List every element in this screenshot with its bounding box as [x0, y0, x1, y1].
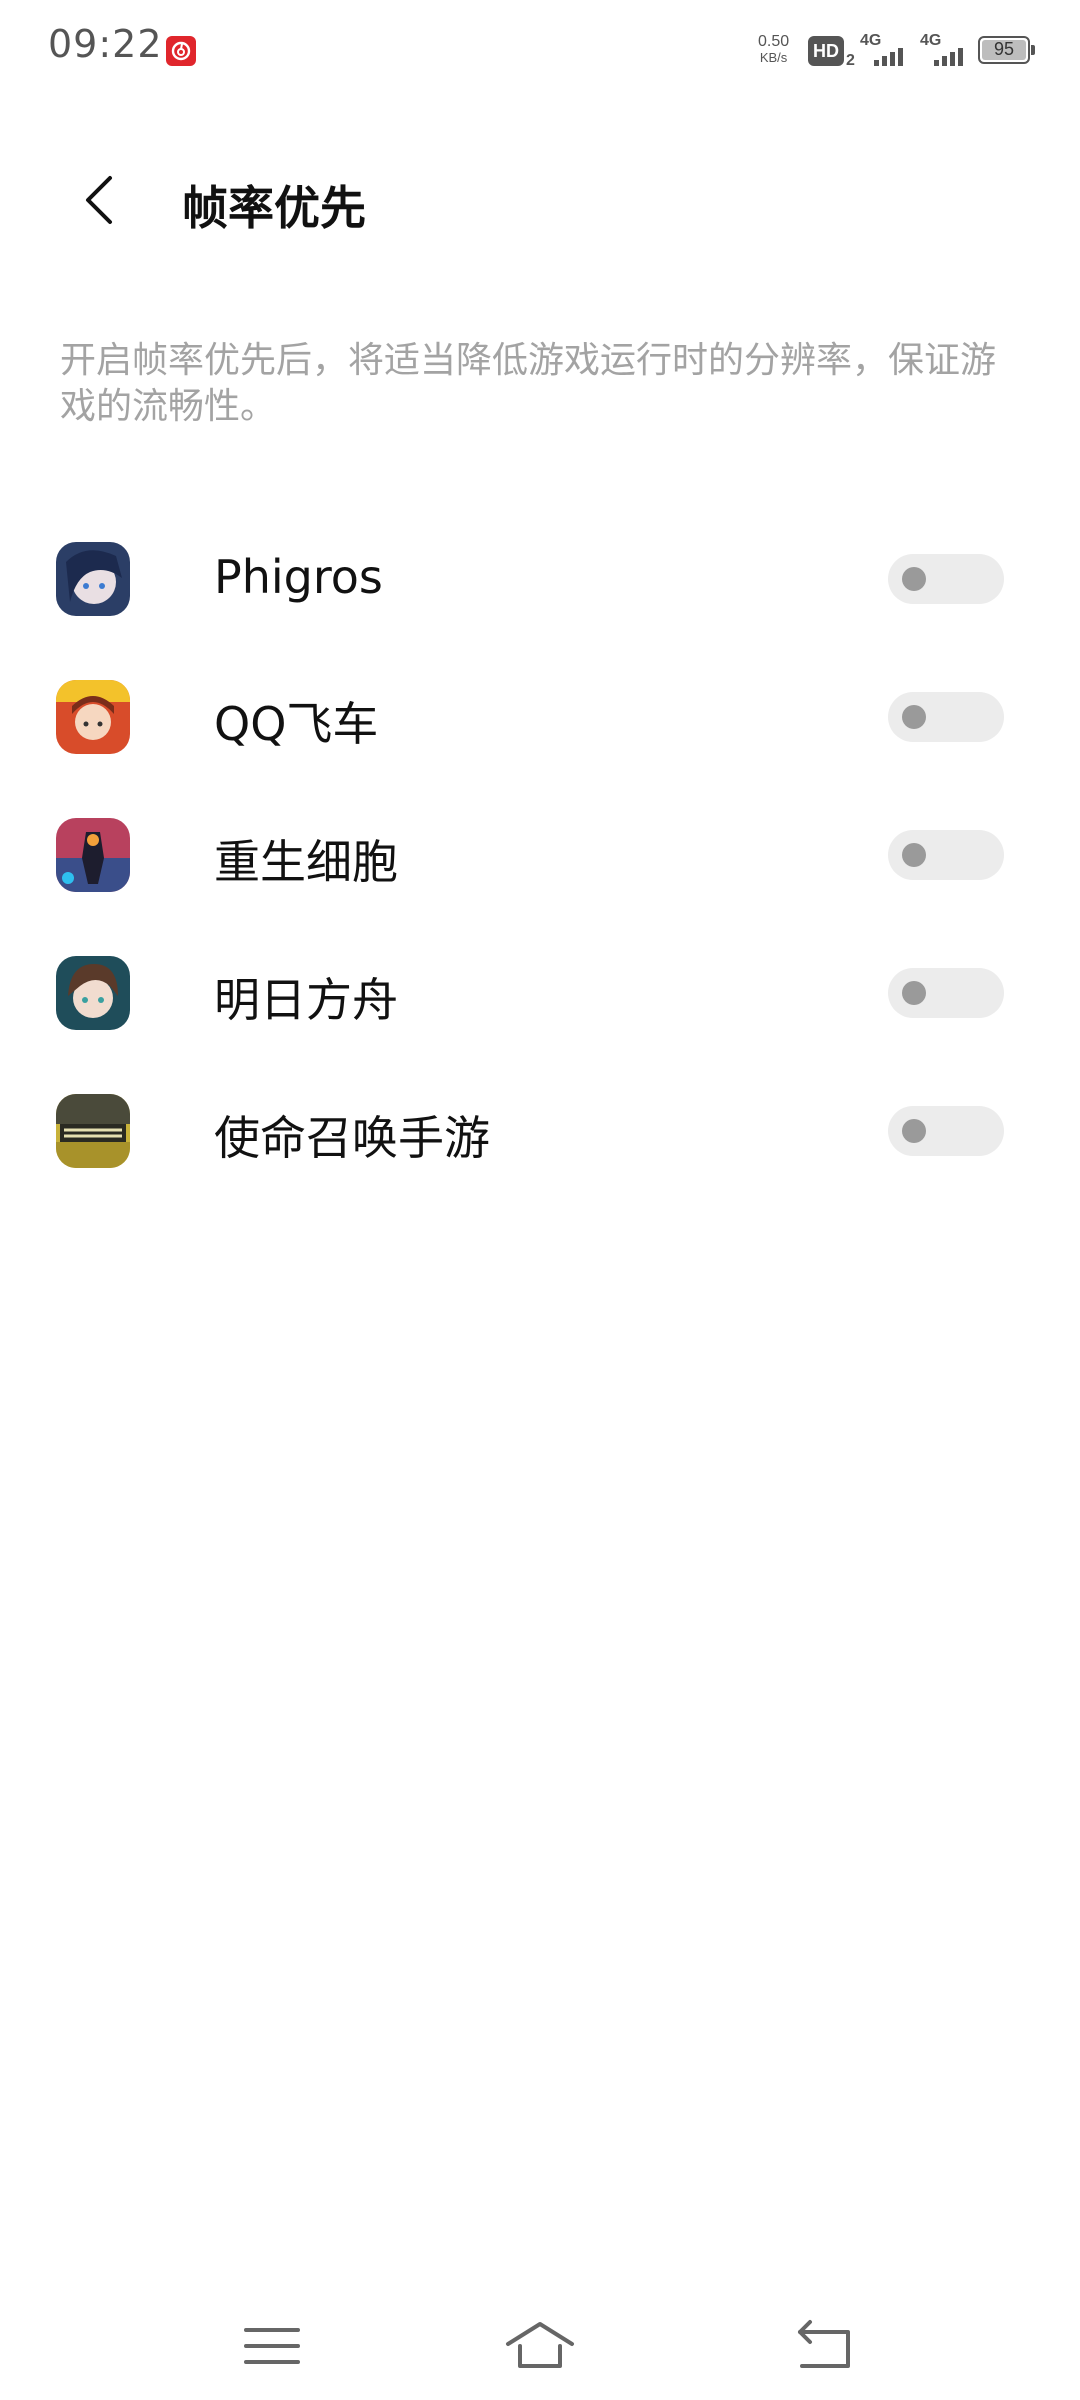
toggle-knob	[902, 705, 926, 729]
arknights-toggle[interactable]	[888, 968, 1004, 1018]
list-item: 使命召唤手游	[0, 1072, 1080, 1210]
arknights-icon	[56, 956, 130, 1030]
qq-speed-icon	[56, 680, 130, 754]
app-name: Phigros	[214, 550, 383, 604]
navigation-bar	[0, 2300, 1080, 2400]
phigros-toggle[interactable]	[888, 554, 1004, 604]
app-name: 使命召唤手游	[214, 1111, 490, 1165]
app-name: QQ飞车	[214, 697, 379, 751]
qq-speed-toggle[interactable]	[888, 692, 1004, 742]
list-item: 重生细胞	[0, 796, 1080, 934]
list-item: 明日方舟	[0, 934, 1080, 1072]
menu-button[interactable]	[232, 2310, 312, 2380]
menu-icon	[244, 2328, 300, 2364]
network-speed-value: 0.50	[758, 33, 790, 50]
netease-music-icon	[166, 36, 196, 66]
home-button[interactable]	[500, 2310, 580, 2380]
toggle-knob	[902, 843, 926, 867]
network-speed-unit: KB/s	[759, 50, 788, 65]
status-time: 09:22	[48, 22, 163, 66]
dead-cells-toggle[interactable]	[888, 830, 1004, 880]
battery-level: 95	[993, 39, 1015, 59]
toggle-knob	[902, 1119, 926, 1143]
hd-voice-icon: HD	[808, 36, 844, 66]
hd-voice-sub: 2	[846, 52, 855, 69]
return-icon	[798, 2320, 850, 2368]
list-item: Phigros	[0, 520, 1080, 658]
toggle-knob	[902, 567, 926, 591]
call-of-duty-toggle[interactable]	[888, 1106, 1004, 1156]
dead-cells-icon	[56, 818, 130, 892]
status-bar: 09:22 0.50 KB/s HD 2 4G 4G 95	[0, 0, 1080, 100]
app-list: Phigros QQ飞车 重生细胞 明日方舟 使命召唤手游	[0, 520, 1080, 1210]
home-icon	[506, 2322, 574, 2368]
network-speed: 0.50 KB/s	[758, 34, 789, 66]
app-name: 重生细胞	[214, 835, 398, 889]
battery-icon: 95	[978, 36, 1030, 64]
chevron-left-icon	[86, 176, 112, 224]
toggle-knob	[902, 981, 926, 1005]
page-header: 帧率优先	[0, 150, 1080, 250]
description-text: 开启帧率优先后，将适当降低游戏运行时的分辨率，保证游戏的流畅性。	[60, 340, 997, 427]
list-item: QQ飞车	[0, 658, 1080, 796]
call-of-duty-icon	[56, 1094, 130, 1168]
signal-1-icon: 4G	[860, 32, 910, 68]
back-nav-button[interactable]	[786, 2310, 866, 2380]
back-button[interactable]	[70, 168, 130, 232]
app-name: 明日方舟	[214, 973, 398, 1027]
page-title: 帧率优先	[182, 181, 366, 235]
battery-tip	[1031, 45, 1035, 55]
signal-2-icon: 4G	[920, 32, 970, 68]
phigros-icon	[56, 542, 130, 616]
